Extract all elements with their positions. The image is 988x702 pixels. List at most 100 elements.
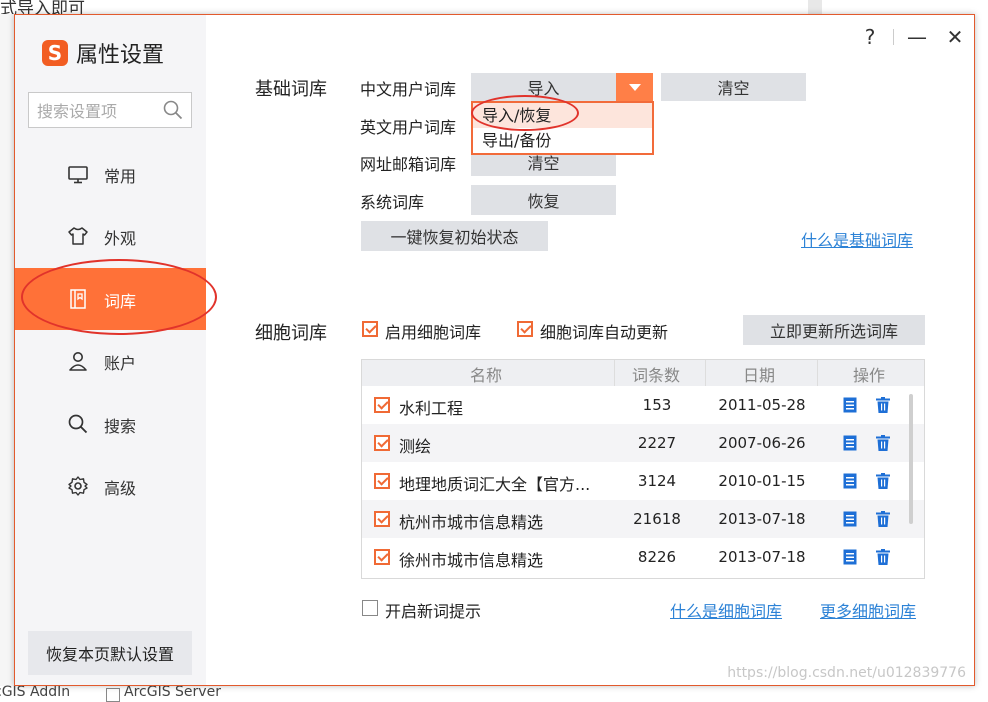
sogou-logo-icon: S [42,40,68,66]
import-dropdown-toggle[interactable] [616,73,653,101]
sidebar-item-general[interactable]: 常用 [15,143,206,205]
trash-icon[interactable] [876,549,890,569]
column-divider [614,360,615,386]
sidebar-item-label: 账户 [104,354,137,373]
sidebar-item-appearance[interactable]: 外观 [15,205,206,267]
row-name: 杭州市城市信息精选 [399,513,544,532]
basic-dict-section-label: 基础词库 [255,79,327,100]
auto-update-checkbox[interactable] [517,321,533,337]
trash-icon[interactable] [876,473,890,493]
trash-icon[interactable] [876,511,890,531]
table-row[interactable]: 测绘 2227 2007-06-26 [362,424,924,462]
row-checkbox[interactable] [374,511,390,527]
what-is-cell-dict-link[interactable]: 什么是细胞词库 [670,598,782,622]
table-row[interactable]: 地理地质词汇大全【官方... 3124 2010-01-15 [362,462,924,500]
sidebar-item-label: 外观 [104,229,137,248]
column-divider [705,360,706,386]
view-list-icon[interactable] [843,435,857,455]
user-icon [67,350,89,372]
view-list-icon[interactable] [843,511,857,531]
sidebar-item-label: 高级 [104,479,137,498]
enable-cell-dict-label: 启用细胞词库 [385,323,482,342]
row-checkbox[interactable] [374,549,390,565]
row-count: 21618 [633,510,681,528]
english-user-dict-label: 英文用户词库 [360,118,457,137]
window-controls: ? — ✕ [851,21,974,53]
app-logo: S 属性设置 [42,37,164,69]
settings-search[interactable] [28,92,192,128]
view-list-icon[interactable] [843,473,857,493]
sidebar-item-label: 常用 [104,167,137,186]
one-click-reset-button[interactable]: 一键恢复初始状态 [361,221,548,251]
column-header-date: 日期 [743,366,776,385]
gear-icon [67,475,89,497]
restore-page-defaults-button[interactable]: 恢复本页默认设置 [28,631,192,675]
sidebar-item-label: 词库 [104,292,137,311]
background-strip [0,14,14,686]
chevron-down-icon [628,83,641,91]
table-header: 名称 词条数 日期 操作 [362,360,924,386]
background-scroll [808,0,822,14]
new-word-tip-checkbox[interactable] [362,600,378,616]
trash-icon[interactable] [876,397,890,417]
minimize-button[interactable]: — [898,21,936,53]
import-button[interactable]: 导入 [471,73,616,101]
url-email-dict-label: 网址邮箱词库 [360,155,457,174]
clear-chinese-dict-button[interactable]: 清空 [661,73,806,101]
table-row[interactable]: 水利工程 153 2011-05-28 [362,386,924,424]
table-row[interactable]: 徐州市城市信息精选 8226 2013-07-18 [362,538,924,576]
row-count: 8226 [637,548,677,566]
sidebar-item-label: 搜索 [104,417,137,436]
auto-update-label: 细胞词库自动更新 [540,323,669,342]
row-date: 2013-07-18 [718,510,806,528]
cell-dict-table: 名称 词条数 日期 操作 水利工程 153 2011-05-28 测绘 2227… [361,359,925,579]
close-button[interactable]: ✕ [936,21,974,53]
row-count: 3124 [637,472,677,490]
system-dict-label: 系统词库 [360,193,425,212]
row-date: 2013-07-18 [718,548,806,566]
sidebar-item-advanced[interactable]: 高级 [15,455,206,517]
enable-cell-dict-checkbox[interactable] [362,321,378,337]
background-addin-label: cGIS AddIn [0,684,71,700]
import-dropdown-menu: 导入/恢复 导出/备份 [471,101,654,155]
search-icon[interactable] [163,100,183,124]
row-name: 地理地质词汇大全【官方... [399,475,591,494]
chinese-user-dict-label: 中文用户词库 [360,80,457,99]
row-name: 徐州市城市信息精选 [399,551,544,570]
row-name: 水利工程 [399,399,464,418]
view-list-icon[interactable] [843,549,857,569]
restore-system-dict-button[interactable]: 恢复 [471,185,616,215]
view-list-icon[interactable] [843,397,857,417]
watermark: https://blog.csdn.net/u012839776 [727,665,966,681]
sidebar-item-search[interactable]: 搜索 [15,393,206,455]
dropdown-item-export-backup[interactable]: 导出/备份 [473,128,652,153]
help-button[interactable]: ? [851,21,889,53]
more-cell-dict-link[interactable]: 更多细胞词库 [820,598,916,622]
update-selected-button[interactable]: 立即更新所选词库 [743,315,925,345]
table-scrollbar[interactable] [909,394,913,524]
table-row[interactable]: 杭州市城市信息精选 21618 2013-07-18 [362,500,924,538]
column-header-actions: 操作 [853,366,886,385]
row-checkbox[interactable] [374,397,390,413]
row-date: 2010-01-15 [718,472,806,490]
book-icon [67,288,89,310]
shirt-icon [67,225,89,247]
row-date: 2011-05-28 [718,396,806,414]
what-is-basic-dict-link[interactable]: 什么是基础词库 [801,227,913,251]
sidebar-item-dictionary[interactable]: 词库 [15,268,206,330]
sidebar: S 属性设置 常用 外观 词库 [15,15,206,685]
trash-icon[interactable] [876,435,890,455]
column-divider [817,360,818,386]
sidebar-item-account[interactable]: 账户 [15,330,206,392]
search-input[interactable] [35,95,159,127]
search-icon [67,413,89,435]
row-checkbox[interactable] [374,473,390,489]
background-bottom: cGIS AddIn ArcGIS Server [0,684,988,702]
settings-window: S 属性设置 常用 外观 词库 [14,14,975,686]
dropdown-item-import-restore[interactable]: 导入/恢复 [473,103,652,128]
row-checkbox[interactable] [374,435,390,451]
new-word-tip-label: 开启新词提示 [385,602,482,621]
cell-dict-section-label: 细胞词库 [255,323,327,344]
monitor-icon [67,163,89,185]
title-separator [893,29,894,45]
